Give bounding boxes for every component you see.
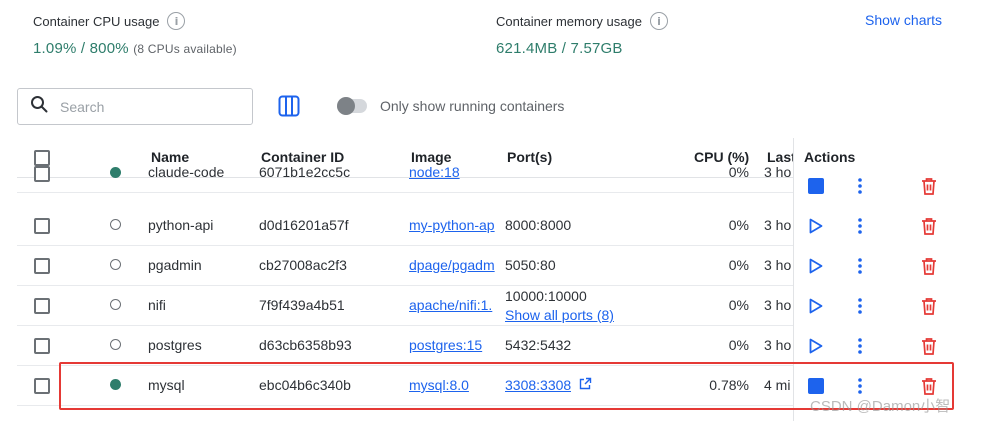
image-link[interactable]: apache/nifi:1. bbox=[409, 297, 497, 313]
memory-usage-stat: Container memory usage i 621.4MB / 7.57G… bbox=[496, 12, 668, 57]
info-icon[interactable]: i bbox=[649, 12, 668, 30]
show-charts-link[interactable]: Show charts bbox=[865, 12, 942, 28]
row-checkbox[interactable] bbox=[34, 218, 50, 234]
cpu-value: 0% bbox=[728, 257, 749, 273]
port-value: 10000:10000 bbox=[505, 288, 587, 304]
cpu-value: 0.78% bbox=[709, 377, 749, 393]
memory-usage-title: Container memory usage bbox=[496, 13, 642, 29]
status-stopped-icon bbox=[110, 219, 121, 230]
memory-usage-value: 621.4MB / 7.57GB bbox=[496, 40, 623, 57]
more-options-icon[interactable] bbox=[858, 258, 862, 279]
delete-icon[interactable] bbox=[921, 217, 937, 240]
delete-icon[interactable] bbox=[921, 257, 937, 280]
running-only-toggle[interactable] bbox=[337, 97, 367, 115]
delete-icon[interactable] bbox=[921, 177, 937, 200]
status-running-icon bbox=[110, 167, 121, 178]
image-link[interactable]: postgres:15 bbox=[409, 337, 497, 353]
container-name[interactable]: pgadmin bbox=[148, 257, 202, 273]
port-link[interactable]: 3308:3308 bbox=[505, 377, 571, 393]
row-checkbox[interactable] bbox=[34, 338, 50, 354]
last-started: 3 ho bbox=[764, 217, 792, 233]
port-value: 5050:80 bbox=[505, 257, 556, 273]
search-icon bbox=[30, 95, 48, 118]
cpu-value: 0% bbox=[728, 164, 749, 180]
containers-table: Name Container ID Image Port(s) CPU (%) … bbox=[17, 138, 959, 421]
last-started: 4 mi bbox=[764, 377, 791, 393]
search-box[interactable] bbox=[17, 88, 253, 125]
container-name[interactable]: postgres bbox=[148, 337, 202, 353]
port-value: 8000:8000 bbox=[505, 217, 572, 233]
status-stopped-icon bbox=[110, 339, 121, 350]
start-icon[interactable] bbox=[809, 298, 823, 319]
container-name[interactable]: nifi bbox=[148, 297, 166, 313]
container-id: ebc04b6c340b bbox=[259, 377, 351, 393]
row-checkbox[interactable] bbox=[34, 298, 50, 314]
header-last[interactable]: Last bbox=[767, 149, 796, 165]
last-started: 3 ho bbox=[764, 297, 792, 313]
search-input[interactable] bbox=[60, 98, 240, 115]
start-icon[interactable] bbox=[809, 258, 823, 279]
container-name[interactable]: python-api bbox=[148, 217, 213, 233]
header-container-id[interactable]: Container ID bbox=[261, 149, 344, 165]
start-icon[interactable] bbox=[809, 338, 823, 359]
container-id: 7f9f439a4b51 bbox=[259, 297, 345, 313]
cpu-count: (8 CPUs available) bbox=[133, 42, 237, 56]
port-value: 5432:5432 bbox=[505, 337, 572, 353]
status-running-icon bbox=[110, 379, 121, 390]
container-id: d0d16201a57f bbox=[259, 217, 349, 233]
cpu-value: 0% bbox=[728, 337, 749, 353]
more-options-icon[interactable] bbox=[858, 338, 862, 359]
last-started: 3 ho bbox=[764, 164, 792, 180]
start-icon[interactable] bbox=[809, 218, 823, 239]
delete-icon[interactable] bbox=[921, 297, 937, 320]
watermark: CSDN @Damon小智 bbox=[810, 398, 951, 415]
cpu-usage-title: Container CPU usage bbox=[33, 13, 160, 29]
header-ports[interactable]: Port(s) bbox=[507, 149, 552, 165]
status-stopped-icon bbox=[110, 299, 121, 310]
row-checkbox[interactable] bbox=[34, 166, 50, 182]
container-id: cb27008ac2f3 bbox=[259, 257, 347, 273]
more-options-icon[interactable] bbox=[858, 218, 862, 239]
more-options-icon[interactable] bbox=[858, 298, 862, 319]
more-options-icon[interactable] bbox=[858, 178, 862, 199]
row-checkbox[interactable] bbox=[34, 258, 50, 274]
cpu-value: 0% bbox=[728, 217, 749, 233]
stats-bar: Container CPU usage i 1.09% / 800% (8 CP… bbox=[0, 0, 981, 70]
columns-icon[interactable] bbox=[278, 95, 300, 117]
container-name[interactable]: claude-code bbox=[148, 164, 224, 180]
header-cpu[interactable]: CPU (%) bbox=[694, 149, 749, 165]
container-id: 6071b1e2cc5c bbox=[259, 164, 351, 180]
last-started: 3 ho bbox=[764, 257, 792, 273]
running-only-label: Only show running containers bbox=[380, 98, 565, 114]
stop-icon[interactable] bbox=[808, 178, 824, 199]
cpu-value: 0% bbox=[728, 297, 749, 313]
image-link[interactable]: mysql:8.0 bbox=[409, 377, 497, 393]
status-stopped-icon bbox=[110, 259, 121, 270]
info-icon[interactable]: i bbox=[167, 12, 186, 30]
show-all-ports-link[interactable]: Show all ports (8) bbox=[505, 307, 614, 323]
toggle-knob bbox=[337, 97, 355, 115]
external-link-icon[interactable] bbox=[579, 377, 592, 393]
row-checkbox[interactable] bbox=[34, 378, 50, 394]
actions-column: Actions bbox=[793, 138, 959, 421]
cpu-usage-stat: Container CPU usage i 1.09% / 800% (8 CP… bbox=[33, 12, 237, 57]
delete-icon[interactable] bbox=[921, 337, 937, 360]
header-image[interactable]: Image bbox=[411, 149, 451, 165]
header-name[interactable]: Name bbox=[151, 149, 189, 165]
image-link[interactable]: my-python-ap bbox=[409, 217, 497, 233]
last-started: 3 ho bbox=[764, 337, 792, 353]
header-actions: Actions bbox=[804, 149, 856, 165]
container-name[interactable]: mysql bbox=[148, 377, 185, 393]
cpu-usage-value: 1.09% / 800% bbox=[33, 40, 129, 57]
image-link[interactable]: dpage/pgadm bbox=[409, 257, 497, 273]
image-link[interactable]: node:18 bbox=[409, 164, 497, 180]
container-id: d63cb6358b93 bbox=[259, 337, 352, 353]
